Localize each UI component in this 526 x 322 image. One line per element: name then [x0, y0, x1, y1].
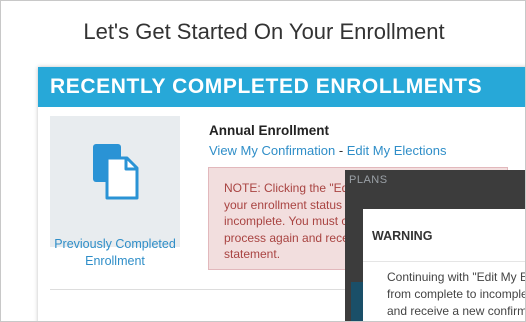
modal-body: Continuing with "Edit My E from complete… [387, 269, 526, 320]
modal-header: WARNING [363, 209, 525, 262]
plans-panel-title: PLANS [349, 174, 388, 186]
warning-modal: WARNING Continuing with "Edit My E from … [363, 209, 526, 321]
modal-body-line: from complete to incomple [387, 287, 526, 301]
page-frame: Let's Get Started On Your Enrollment REC… [0, 0, 526, 322]
page-title: Let's Get Started On Your Enrollment [83, 19, 445, 44]
link-separator: - [335, 143, 347, 158]
previously-completed-tile[interactable]: Previously Completed Enrollment [50, 116, 180, 268]
enrollment-links: View My Confirmation - Edit My Elections [209, 143, 446, 158]
tile-label-line1: Previously Completed [54, 237, 176, 251]
modal-title: WARNING [372, 229, 433, 243]
section-header: RECENTLY COMPLETED ENROLLMENTS [38, 67, 525, 107]
documents-icon [93, 144, 139, 200]
tile-label: Previously Completed Enrollment [50, 236, 180, 270]
modal-body-line: and receive a new confirm [387, 304, 526, 318]
modal-body-line: Continuing with "Edit My E [387, 270, 526, 284]
enrollment-title: Annual Enrollment [209, 123, 330, 138]
view-confirmation-link[interactable]: View My Confirmation [209, 143, 335, 158]
edit-elections-link[interactable]: Edit My Elections [347, 143, 447, 158]
tile-label-line2: Enrollment [85, 254, 145, 268]
plans-accent-bar [351, 282, 363, 321]
